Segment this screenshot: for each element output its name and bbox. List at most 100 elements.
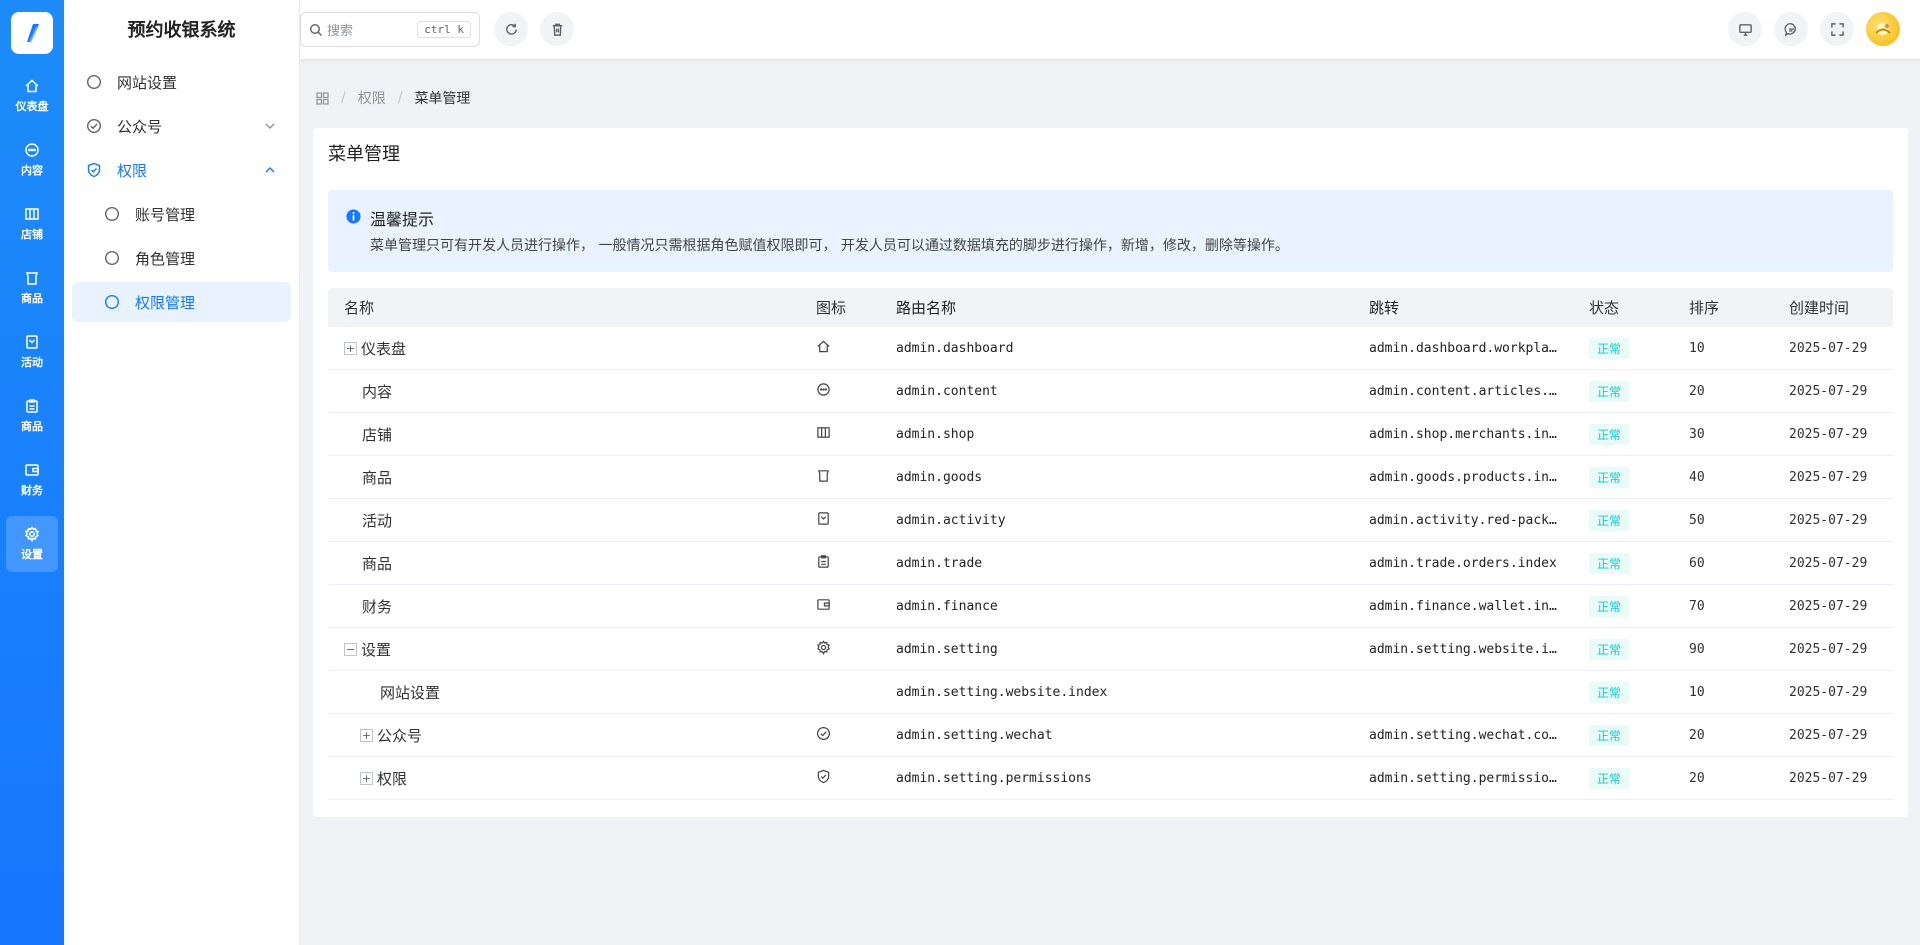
- breadcrumb-item[interactable]: 权限: [358, 88, 386, 108]
- app-logo[interactable]: [11, 12, 53, 54]
- rail-item-shop[interactable]: 店铺: [6, 196, 58, 252]
- cell-icon: [800, 639, 880, 659]
- subnav-item-permissions[interactable]: 权限: [72, 150, 291, 190]
- grid-icon[interactable]: [316, 91, 329, 105]
- avatar[interactable]: [1866, 12, 1900, 46]
- subnav-item-account[interactable]: 账号管理: [72, 194, 291, 234]
- sub-sidebar: 预约收银系统 网站设置 公众号 权限 账号管理 角色管理 权限管理: [64, 0, 300, 945]
- refresh-button[interactable]: [494, 12, 528, 46]
- cell-status: 正常: [1573, 767, 1673, 789]
- table-row[interactable]: 网站设置 admin.setting.website.index 正常 10 2…: [328, 671, 1893, 714]
- breadcrumb-separator: /: [397, 90, 403, 106]
- row-name: 网站设置: [380, 683, 441, 702]
- check-circle-icon: [86, 118, 102, 134]
- cell-created: 2025-07-29: [1789, 555, 1868, 571]
- cell-route: admin.content: [896, 383, 998, 399]
- subnav-label: 网站设置: [117, 73, 178, 92]
- wallet-icon: [817, 598, 830, 610]
- table-row[interactable]: − 设置 admin.setting admin.setting.website…: [328, 628, 1893, 671]
- status-badge: 正常: [1589, 466, 1630, 488]
- fullscreen-button[interactable]: [1820, 12, 1854, 46]
- cell-route: admin.setting.wechat: [896, 727, 1053, 743]
- table-row[interactable]: + 仪表盘 admin.dashboard admin.dashboard.wo…: [328, 327, 1893, 370]
- clear-cache-button[interactable]: [540, 12, 574, 46]
- subnav-label: 角色管理: [135, 249, 196, 268]
- rail-item-finance[interactable]: 财务: [6, 452, 58, 508]
- check-circle-icon: [816, 726, 831, 740]
- cell-sort: 30: [1689, 426, 1705, 442]
- table-row[interactable]: + 公众号 admin.setting.wechat admin.setting…: [328, 714, 1893, 757]
- cell-jump: admin.dashboard.workpla…: [1369, 340, 1557, 356]
- cell-route: admin.finance: [896, 598, 998, 614]
- subnav-label: 权限: [117, 161, 148, 180]
- status-badge: 正常: [1589, 423, 1630, 445]
- row-name: 内容: [362, 382, 393, 401]
- chevron-up-icon: [265, 167, 275, 173]
- cell-jump: admin.setting.website.i…: [1369, 641, 1557, 657]
- rail-item-dashboard[interactable]: 仪表盘: [6, 68, 58, 124]
- search-icon: [309, 23, 322, 36]
- bag-icon: [26, 335, 38, 349]
- cell-route: admin.trade: [896, 555, 983, 571]
- rail-item-label: 商品: [21, 292, 43, 305]
- cell-sort: 20: [1689, 727, 1705, 743]
- table-row[interactable]: 活动 admin.activity admin.activity.red-pac…: [328, 499, 1893, 542]
- subnav-item-wechat[interactable]: 公众号: [72, 106, 291, 146]
- cell-name: + 公众号: [328, 725, 800, 746]
- row-name: 公众号: [377, 726, 423, 745]
- subnav-label: 权限管理: [135, 293, 196, 312]
- column-header-jump: 跳转: [1369, 299, 1400, 317]
- row-name: 权限: [377, 769, 408, 788]
- breadcrumb-current: 菜单管理: [414, 91, 471, 107]
- cell-created: 2025-07-29: [1789, 383, 1868, 399]
- screen-button[interactable]: [1728, 12, 1762, 46]
- avatar-icon: [1875, 23, 1891, 35]
- message-button[interactable]: [1774, 12, 1808, 46]
- status-badge: 正常: [1589, 681, 1630, 703]
- clipboard-icon: [818, 554, 829, 568]
- subnav-item-perm-mgmt[interactable]: 权限管理: [72, 282, 291, 322]
- row-name: 财务: [362, 597, 393, 616]
- info-icon: [346, 209, 361, 224]
- cell-sort: 20: [1689, 383, 1705, 399]
- table-row[interactable]: 财务 admin.finance admin.finance.wallet.in…: [328, 585, 1893, 628]
- column-header-route: 路由名称: [896, 299, 957, 317]
- cell-status: 正常: [1573, 552, 1673, 574]
- expand-icon[interactable]: +: [344, 341, 357, 355]
- cell-jump: admin.activity.red-pack…: [1369, 512, 1557, 528]
- menu-table: 名称 图标 路由名称 跳转 状态 排序 创建时间 + 仪表盘 admin.das…: [328, 288, 1893, 800]
- subnav-item-role[interactable]: 角色管理: [72, 238, 291, 278]
- rail-item-settings[interactable]: 设置: [6, 516, 58, 572]
- collapse-icon[interactable]: −: [344, 642, 357, 656]
- logo-icon: [27, 24, 39, 43]
- cell-name: 店铺: [328, 424, 800, 445]
- table-row[interactable]: 店铺 admin.shop admin.shop.merchants.in… 正…: [328, 413, 1893, 456]
- cell-created: 2025-07-29: [1789, 770, 1868, 786]
- cell-name: − 设置: [328, 639, 800, 660]
- cell-created: 2025-07-29: [1789, 641, 1868, 657]
- expand-icon[interactable]: +: [360, 771, 373, 785]
- circle-icon: [86, 74, 102, 90]
- alert-title: 温馨提示: [370, 210, 435, 229]
- rail-item-activity[interactable]: 活动: [6, 324, 58, 380]
- cell-route: admin.setting: [896, 641, 998, 657]
- cell-route: admin.activity: [896, 512, 1006, 528]
- table-row[interactable]: 内容 admin.content admin.content.articles.…: [328, 370, 1893, 413]
- fullscreen-icon: [1830, 22, 1844, 36]
- cell-name: 网站设置: [328, 682, 800, 703]
- cell-sort: 10: [1689, 684, 1705, 700]
- breadcrumb: / 权限 / 菜单管理: [316, 88, 470, 108]
- rail-item-goods[interactable]: 商品: [6, 260, 58, 316]
- subnav-item-website[interactable]: 网站设置: [72, 62, 291, 102]
- table-row[interactable]: 商品 admin.trade admin.trade.orders.index …: [328, 542, 1893, 585]
- cell-status: 正常: [1573, 724, 1673, 746]
- search-input[interactable]: 搜索 ctrl k: [300, 12, 480, 47]
- cell-jump: admin.setting.permissio…: [1369, 770, 1557, 786]
- table-row[interactable]: 商品 admin.goods admin.goods.products.in… …: [328, 456, 1893, 499]
- cell-name: 内容: [328, 381, 800, 402]
- rail-item-trade[interactable]: 商品: [6, 388, 58, 444]
- rail-item-content[interactable]: 内容: [6, 132, 58, 188]
- expand-icon[interactable]: +: [360, 728, 373, 742]
- table-row[interactable]: + 权限 admin.setting.permissions admin.set…: [328, 757, 1893, 800]
- chevron-down-icon: [265, 123, 275, 129]
